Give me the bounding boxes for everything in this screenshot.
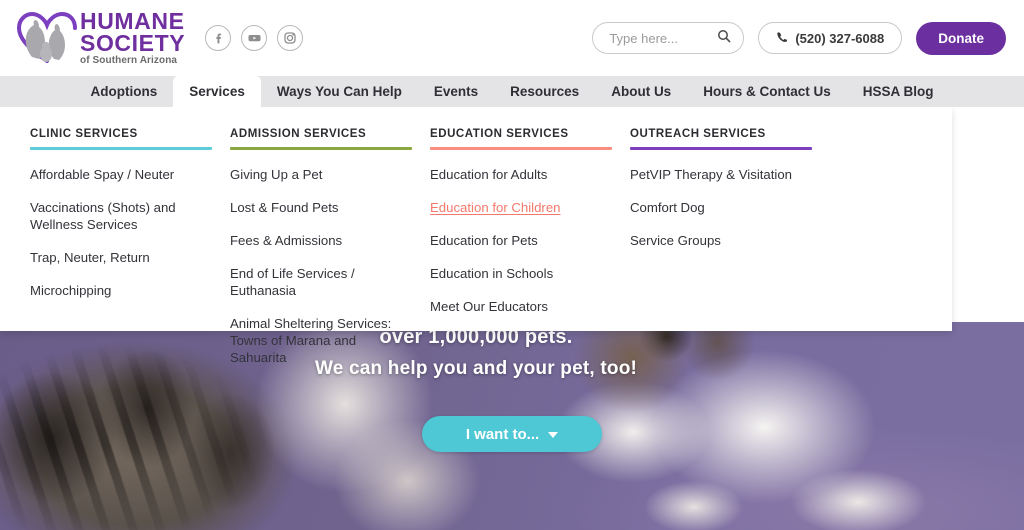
mega-menu-link[interactable]: Lost & Found Pets <box>230 199 416 216</box>
logo-line-1: HUMANE <box>80 8 185 34</box>
mega-menu-link[interactable]: Education for Children <box>430 199 616 216</box>
main-navigation: Adoptions Services Ways You Can Help Events… <box>0 76 1024 107</box>
mega-menu-link[interactable]: Microchipping <box>30 282 216 299</box>
social-links <box>205 25 304 51</box>
mega-menu-link[interactable]: Fees & Admissions <box>230 232 416 249</box>
page-root: over 1,000,000 pets. We can help you and… <box>0 0 1024 530</box>
mega-menu-link[interactable]: Education for Pets <box>430 232 616 249</box>
nav-item-about-us[interactable]: About Us <box>595 76 687 107</box>
mega-menu-link[interactable]: Giving Up a Pet <box>230 166 416 183</box>
mega-menu-column: ADMISSION SERVICES Giving Up a Pet Lost & … <box>230 122 430 365</box>
mega-menu-link[interactable]: Education in Schools <box>430 265 616 282</box>
mega-menu-link[interactable]: Meet Our Educators <box>430 298 616 315</box>
mega-menu-link[interactable]: PetVIP Therapy & Visitation <box>630 166 816 183</box>
donate-button[interactable]: Donate <box>916 21 1006 55</box>
logo-tagline: of Southern Arizona <box>80 55 178 66</box>
hero-headline-line2: We can help you and your pet, too! <box>314 358 638 379</box>
mega-menu-column-title: EDUCATION SERVICES <box>430 128 569 140</box>
site-header: HUMANE SOCIETY of Southern Arizona Type … <box>0 0 1024 76</box>
mega-menu-column-title: CLINIC SERVICES <box>30 128 138 140</box>
mega-menu-link[interactable]: Vaccinations (Shots) and Wellness Servic… <box>30 199 216 233</box>
instagram-icon[interactable] <box>277 25 304 51</box>
mega-menu-column-rule <box>30 147 212 150</box>
mega-menu-link[interactable]: Animal Sheltering Services: Towns of Mar… <box>230 315 416 366</box>
header-actions: (520) 327-6088 Donate <box>592 21 1006 55</box>
nav-item-ways-you-can-help[interactable]: Ways You Can Help <box>261 76 418 107</box>
chevron-down-icon <box>548 432 559 438</box>
nav-item-resources[interactable]: Resources <box>494 76 595 107</box>
mega-menu-column: EDUCATION SERVICES Education for Adults Ed… <box>430 122 630 331</box>
heart-with-animals-icon <box>16 11 78 65</box>
youtube-icon[interactable] <box>241 25 268 51</box>
phone-number-label: (520) 327-6088 <box>795 30 885 46</box>
search-box[interactable] <box>592 22 745 54</box>
services-mega-menu: CLINIC SERVICES Affordable Spay / Neuter V… <box>0 107 952 365</box>
phone-number-button[interactable]: (520) 327-6088 <box>758 22 903 54</box>
site-logo[interactable]: HUMANE SOCIETY of Southern Arizona <box>16 10 185 66</box>
mega-menu-column-title: OUTREACH SERVICES <box>630 128 766 140</box>
nav-item-hssa-blog[interactable]: HSSA Blog <box>847 76 950 107</box>
mega-menu-link[interactable]: Trap, Neuter, Return <box>30 249 216 266</box>
nav-item-adoptions[interactable]: Adoptions <box>75 76 174 107</box>
nav-item-events[interactable]: Events <box>418 76 494 107</box>
nav-item-hours-contact-us[interactable]: Hours & Contact Us <box>687 76 847 107</box>
mega-menu-link[interactable]: Comfort Dog <box>630 199 816 216</box>
mega-menu-link[interactable]: End of Life Services / Euthanasia <box>230 265 416 299</box>
nav-item-services[interactable]: Services <box>173 76 261 107</box>
mega-menu-column-rule <box>630 147 812 150</box>
logo-line-2: SOCIETY <box>80 30 186 56</box>
mega-menu-column-title: ADMISSION SERVICES <box>230 128 367 140</box>
phone-icon <box>776 31 788 46</box>
mega-menu-link[interactable]: Service Groups <box>630 232 816 249</box>
facebook-icon[interactable] <box>205 25 232 51</box>
search-icon[interactable] <box>717 29 731 48</box>
mega-menu-column-rule <box>430 147 612 150</box>
mega-menu-link[interactable]: Education for Adults <box>430 166 616 183</box>
cta-label: I want to... <box>465 425 540 443</box>
search-input[interactable] <box>609 30 718 46</box>
mega-menu-column: OUTREACH SERVICES PetVIP Therapy & Visita… <box>630 122 830 331</box>
logo-wordmark: HUMANE SOCIETY of Southern Arizona <box>80 8 186 67</box>
mega-menu-column-rule <box>230 147 412 150</box>
mega-menu-column: CLINIC SERVICES Affordable Spay / Neuter V… <box>30 122 230 331</box>
i-want-to-dropdown-button[interactable]: I want to... <box>422 416 602 452</box>
mega-menu-link[interactable]: Affordable Spay / Neuter <box>30 166 216 183</box>
